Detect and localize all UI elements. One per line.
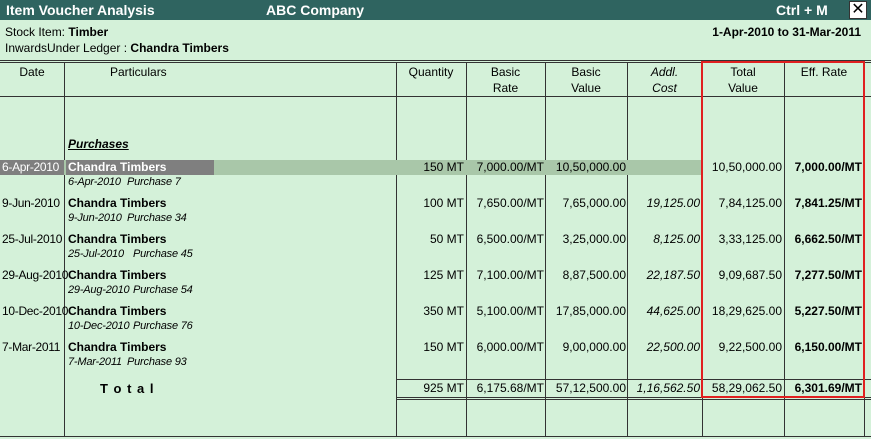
ledger-info: InwardsUnder Ledger : Chandra Timbers xyxy=(5,41,229,55)
row-basic-value: 7,65,000.00 xyxy=(562,196,626,210)
row-sub-date: 7-Mar-2011 xyxy=(68,356,122,368)
total-label: T o t a l xyxy=(100,381,155,396)
row-voucher: Purchase 34 xyxy=(127,212,187,224)
col-header-basic-rate: Basic Rate xyxy=(466,64,545,96)
title-bar: Item Voucher Analysis ABC Company Ctrl +… xyxy=(0,0,871,20)
col-divider-particulars xyxy=(396,62,397,436)
row-qty: 350 MT xyxy=(423,304,464,318)
row-party: Chandra Timbers xyxy=(68,268,167,282)
col-header-addl-cost-1: Addl. xyxy=(650,65,679,79)
row-qty: 150 MT xyxy=(423,160,464,174)
close-button[interactable]: ✕ xyxy=(849,1,867,19)
ledger-value: Chandra Timbers xyxy=(130,41,229,55)
col-divider-rate xyxy=(545,62,546,436)
row-rate: 7,000.00/MT xyxy=(476,160,544,174)
row-addl-cost: 22,187.50 xyxy=(646,268,700,282)
total-qty: 925 MT xyxy=(423,381,464,395)
company-name: ABC Company xyxy=(266,2,365,18)
ledger-label: InwardsUnder Ledger : xyxy=(5,41,128,55)
row-party: Chandra Timbers xyxy=(68,340,167,354)
group-heading-purchases: Purchases xyxy=(68,137,129,151)
row-basic-value: 8,87,500.00 xyxy=(562,268,626,282)
shortcut-label: Ctrl + M xyxy=(776,2,828,18)
row-rate: 6,500.00/MT xyxy=(476,232,544,246)
row-voucher: Purchase 76 xyxy=(133,320,193,332)
row-basic-value: 10,50,000.00 xyxy=(555,160,626,174)
row-addl-cost: 8,125.00 xyxy=(653,232,700,246)
col-header-basic-rate-2: Rate xyxy=(492,81,519,95)
col-divider-basic-value xyxy=(627,62,628,436)
stock-item-value: Timber xyxy=(68,25,109,39)
row-date: 25-Jul-2010 xyxy=(2,232,63,246)
row-date: 29-Aug-2010 xyxy=(2,268,69,282)
period-range: 1-Apr-2010 to 31-Mar-2011 xyxy=(712,25,861,39)
row-rate: 5,100.00/MT xyxy=(476,304,544,318)
row-voucher: Purchase 93 xyxy=(127,356,187,368)
total-basic-value: 57,12,500.00 xyxy=(555,381,626,395)
row-voucher: Purchase 7 xyxy=(127,176,181,188)
col-header-basic-value-1: Basic xyxy=(571,65,601,79)
row-voucher: Purchase 54 xyxy=(133,284,193,296)
table-bottom-border xyxy=(0,436,871,437)
row-sub-date: 9-Jun-2010 xyxy=(68,212,122,224)
stock-item-label: Stock Item: xyxy=(5,25,66,39)
row-sub-date: 6-Apr-2010 xyxy=(68,176,121,188)
total-addl-cost: 1,16,562.50 xyxy=(636,381,700,395)
row-sub-date: 25-Jul-2010 xyxy=(68,248,124,260)
col-header-basic-value-2: Value xyxy=(571,81,601,95)
report-title: Item Voucher Analysis xyxy=(6,2,155,18)
row-qty: 150 MT xyxy=(423,340,464,354)
col-header-basic-rate-1: Basic xyxy=(490,65,521,79)
row-date: 9-Jun-2010 xyxy=(2,196,60,210)
row-qty: 125 MT xyxy=(423,268,464,282)
row-sub-date: 10-Dec-2010 xyxy=(68,320,130,332)
row-party: Chandra Timbers xyxy=(68,232,167,246)
row-party: Chandra Timbers xyxy=(68,196,167,210)
total-bottom-line-2 xyxy=(396,399,871,400)
row-date: 10-Dec-2010 xyxy=(2,304,69,318)
row-party: Chandra Timbers xyxy=(68,160,167,174)
row-qty: 50 MT xyxy=(429,232,464,246)
row-party: Chandra Timbers xyxy=(68,304,167,318)
row-date: 7-Mar-2011 xyxy=(2,340,61,354)
row-rate: 7,650.00/MT xyxy=(476,196,544,210)
row-basic-value: 9,00,000.00 xyxy=(562,340,626,354)
row-qty: 100 MT xyxy=(423,196,464,210)
col-header-particulars: Particulars xyxy=(110,65,167,79)
col-header-quantity: Quantity xyxy=(408,65,454,79)
row-rate: 6,000.00/MT xyxy=(476,340,544,354)
row-addl-cost: 19,125.00 xyxy=(646,196,700,210)
col-header-addl-cost: Addl. Cost xyxy=(627,64,702,96)
highlight-box xyxy=(701,61,865,398)
row-basic-value: 3,25,000.00 xyxy=(562,232,626,246)
close-icon: ✕ xyxy=(851,1,865,18)
col-header-date: Date xyxy=(19,65,45,79)
col-header-addl-cost-2: Cost xyxy=(652,81,677,95)
row-addl-cost: 44,625.00 xyxy=(646,304,700,318)
stock-item-info: Stock Item: Timber xyxy=(5,25,108,39)
row-sub-date: 29-Aug-2010 xyxy=(68,284,130,296)
row-date: 6-Apr-2010 xyxy=(2,160,60,174)
row-rate: 7,100.00/MT xyxy=(476,268,544,282)
col-divider-quantity xyxy=(466,62,467,436)
row-addl-cost: 22,500.00 xyxy=(646,340,700,354)
col-divider-date xyxy=(64,62,65,436)
row-basic-value: 17,85,000.00 xyxy=(555,304,626,318)
col-header-basic-value: Basic Value xyxy=(545,64,627,96)
total-rate: 6,175.68/MT xyxy=(476,381,544,395)
row-voucher: Purchase 45 xyxy=(133,248,193,260)
